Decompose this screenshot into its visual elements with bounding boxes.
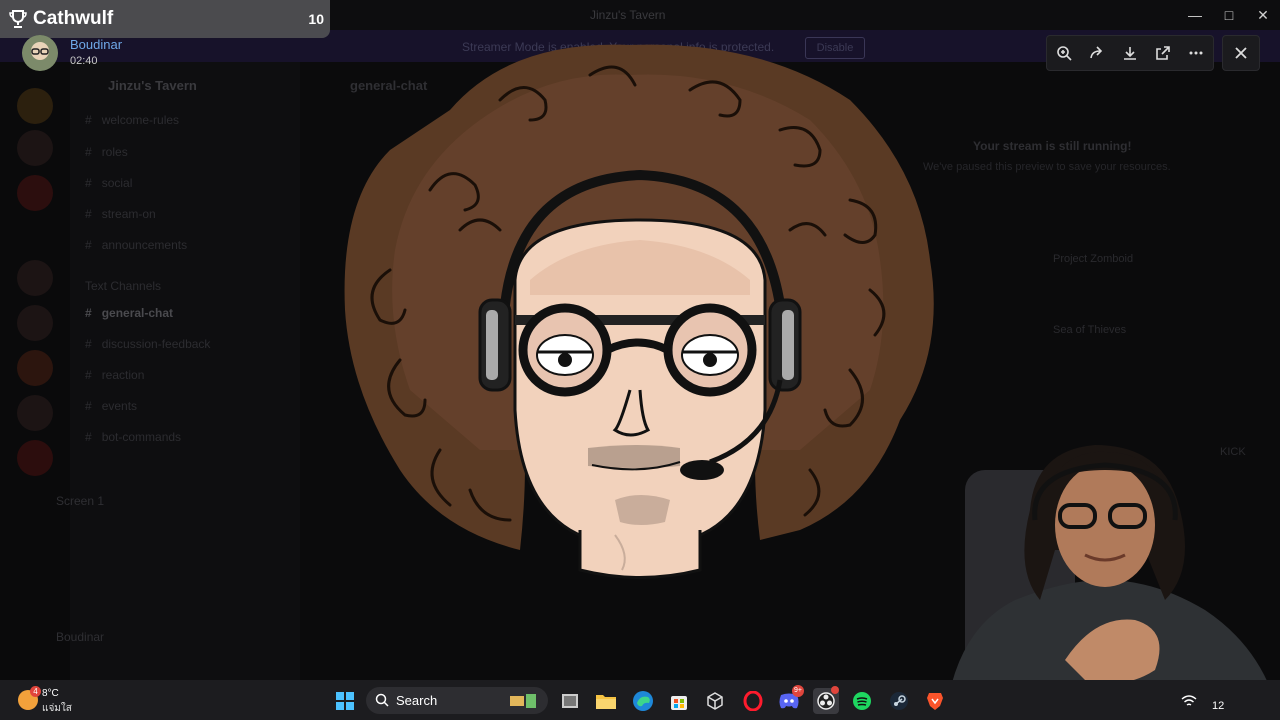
trophy-icon xyxy=(9,10,27,28)
zoom-in-icon[interactable] xyxy=(1052,41,1076,65)
channel-item[interactable]: # discussion-feedback xyxy=(85,337,210,351)
window-close-button[interactable]: ✕ xyxy=(1246,0,1280,30)
file-explorer-icon[interactable] xyxy=(593,688,619,714)
spotify-icon[interactable] xyxy=(849,688,875,714)
search-input[interactable]: Search xyxy=(366,687,548,714)
server-icon[interactable] xyxy=(17,350,53,386)
discord-badge: 9+ xyxy=(792,685,804,697)
activity-item[interactable]: Project Zomboid xyxy=(1053,253,1133,265)
channel-item[interactable]: # events xyxy=(85,399,137,413)
obs-icon[interactable] xyxy=(813,686,839,714)
user-panel-name[interactable]: Boudinar xyxy=(56,630,104,644)
webcam-overlay xyxy=(945,445,1280,720)
caller-name[interactable]: Boudinar xyxy=(70,37,122,52)
start-button[interactable] xyxy=(332,688,358,714)
server-icon[interactable] xyxy=(17,175,53,211)
search-placeholder: Search xyxy=(396,693,438,708)
server-icon[interactable] xyxy=(17,88,53,124)
channel-item[interactable]: # social xyxy=(85,176,132,190)
weather-temp: 8°C xyxy=(42,688,59,699)
search-highlight-icon xyxy=(510,694,536,708)
open-external-icon[interactable] xyxy=(1151,41,1175,65)
achievement-overlay: Cathwulf 10 xyxy=(0,0,330,38)
opera-icon[interactable] xyxy=(740,688,766,714)
close-button[interactable] xyxy=(1222,35,1260,71)
channel-item[interactable]: # bot-commands xyxy=(85,430,181,444)
server-icon[interactable] xyxy=(17,395,53,431)
app-cube-icon[interactable] xyxy=(702,688,728,714)
window-controls: — □ ✕ xyxy=(1178,0,1280,30)
channel-item[interactable]: # reaction xyxy=(85,368,144,382)
weather-desc: แจ่มใส xyxy=(42,703,72,714)
channel-item[interactable]: # roles xyxy=(85,145,128,159)
clock[interactable]: 12 xyxy=(1212,700,1224,712)
server-icon[interactable] xyxy=(17,260,53,296)
weather-widget[interactable]: 4 8°C แจ่มใส xyxy=(14,684,94,716)
channel-item[interactable]: # stream-on xyxy=(85,207,156,221)
store-icon[interactable] xyxy=(666,688,692,714)
brave-icon[interactable] xyxy=(922,688,948,714)
more-icon[interactable] xyxy=(1184,41,1208,65)
recording-dot xyxy=(831,686,839,694)
download-icon[interactable] xyxy=(1118,41,1142,65)
channel-category[interactable]: Text Channels xyxy=(85,279,161,293)
minimize-button[interactable]: — xyxy=(1178,0,1212,30)
achievement-count: 10 xyxy=(308,11,324,27)
achievement-name: Cathwulf xyxy=(33,8,114,29)
task-view-icon[interactable] xyxy=(557,688,583,714)
network-icon[interactable] xyxy=(1178,688,1200,714)
discord-icon[interactable]: 9+ xyxy=(776,685,804,714)
neck-shape xyxy=(578,530,702,579)
server-icon[interactable] xyxy=(17,130,53,166)
avatar-illustration xyxy=(344,44,934,579)
call-timer: 02:40 xyxy=(70,55,98,67)
avatar[interactable] xyxy=(22,35,58,71)
image-viewer-toolbar xyxy=(1046,35,1214,71)
activity-item[interactable]: Sea of Thieves xyxy=(1053,324,1126,336)
windows-icon xyxy=(336,692,354,710)
server-icon[interactable] xyxy=(17,440,53,476)
channel-item-active[interactable]: # general-chat xyxy=(85,306,173,320)
stream-status-subtitle: We've paused this preview to save your r… xyxy=(923,161,1171,173)
edge-icon[interactable] xyxy=(630,688,656,714)
screen-share-title: Screen 1 xyxy=(56,494,105,508)
server-icon[interactable] xyxy=(17,305,53,341)
steam-icon[interactable] xyxy=(886,688,912,714)
server-rail xyxy=(0,80,70,680)
close-icon xyxy=(1235,47,1247,59)
weather-badge: 4 xyxy=(30,686,41,697)
mustache-shape xyxy=(588,445,680,468)
forward-icon[interactable] xyxy=(1085,41,1109,65)
search-icon xyxy=(375,693,389,707)
channel-item[interactable]: # announcements xyxy=(85,238,187,252)
maximize-button[interactable]: □ xyxy=(1212,0,1246,30)
channel-item[interactable]: # welcome-rules xyxy=(85,113,179,127)
stream-status-title: Your stream is still running! xyxy=(973,139,1132,153)
window-title: Jinzu's Tavern xyxy=(590,8,666,22)
server-name[interactable]: Jinzu's Tavern xyxy=(108,78,197,93)
